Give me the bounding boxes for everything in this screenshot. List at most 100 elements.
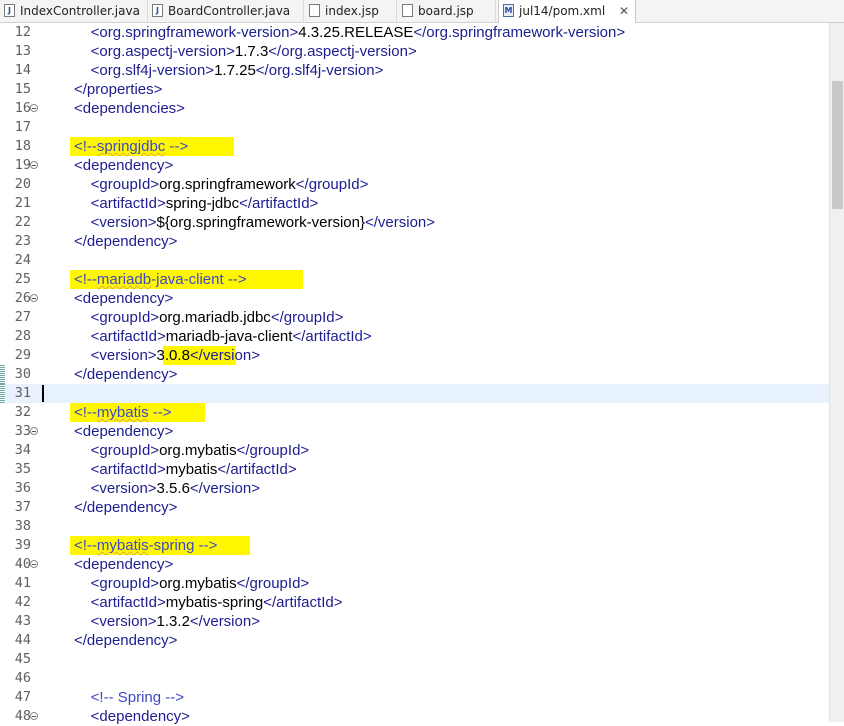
code-line[interactable]: 44 </dependency> [0, 631, 829, 650]
code-line[interactable]: 14 <org.slf4j-version>1.7.25</org.slf4j-… [0, 61, 829, 80]
xml-text: 1.7.25 [214, 62, 256, 79]
close-icon[interactable]: ✕ [619, 0, 629, 22]
code-text: <!--mybatis-spring --> [74, 536, 217, 555]
xml-tag: <artifactId> [90, 195, 166, 212]
code-line[interactable]: 46 [0, 669, 829, 688]
code-line[interactable]: 33 <dependency> [0, 422, 829, 441]
tab-label: index.jsp [325, 4, 379, 18]
fold-collapse-icon[interactable] [30, 161, 38, 169]
code-text: <org.aspectj-version>1.7.3</org.aspectj-… [74, 42, 417, 61]
code-line[interactable]: 48 <dependency> [0, 707, 829, 726]
code-text: <org.springframework-version>4.3.25.RELE… [74, 23, 625, 42]
code-text: <artifactId>mariadb-java-client</artifac… [74, 327, 372, 346]
code-line[interactable]: 21 <artifactId>spring-jdbc</artifactId> [0, 194, 829, 213]
xml-tag: <version> [90, 480, 157, 497]
code-line[interactable]: 40 <dependency> [0, 555, 829, 574]
code-line[interactable]: 32 <!--mybatis --> [0, 403, 829, 422]
line-number: 47 [14, 689, 31, 705]
code-text: <groupId>org.springframework</groupId> [74, 175, 369, 194]
fold-collapse-icon[interactable] [30, 294, 38, 302]
code-line[interactable]: 43 <version>1.3.2</version> [0, 612, 829, 631]
code-line[interactable]: 13 <org.aspectj-version>1.7.3</org.aspec… [0, 42, 829, 61]
code-line[interactable]: 45 [0, 650, 829, 669]
xml-tag: <groupId> [90, 442, 160, 459]
tab-3[interactable]: board.jsp [398, 0, 496, 22]
code-line[interactable]: 27 <groupId>org.mariadb.jdbc</groupId> [0, 308, 829, 327]
code-text: </dependency> [74, 498, 177, 517]
code-line[interactable]: 41 <groupId>org.mybatis</groupId> [0, 574, 829, 593]
java-file-icon: J [152, 4, 163, 17]
xml-text [74, 442, 91, 459]
xml-tag: <groupId> [90, 176, 160, 193]
xml-tag: <artifactId> [90, 461, 166, 478]
code-line[interactable]: 31 [0, 384, 829, 403]
code-line[interactable]: 17 [0, 118, 829, 137]
code-line[interactable]: 24 [0, 251, 829, 270]
xml-comment: -java-client --> [151, 271, 247, 288]
code-line[interactable]: 34 <groupId>org.mybatis</groupId> [0, 441, 829, 460]
code-line[interactable]: 23 </dependency> [0, 232, 829, 251]
fold-collapse-icon[interactable] [30, 712, 38, 720]
text-cursor [42, 385, 44, 402]
jsp-file-icon [309, 4, 320, 17]
code-line[interactable]: 25 <!--mariadb-java-client --> [0, 270, 829, 289]
xml-tag: </artifactId> [217, 461, 297, 478]
fold-collapse-icon[interactable] [30, 427, 38, 435]
line-number: 43 [14, 613, 31, 629]
xml-tag: <version> [90, 613, 157, 630]
fold-collapse-icon[interactable] [30, 560, 38, 568]
xml-text [74, 43, 91, 60]
code-line[interactable]: 12 <org.springframework-version>4.3.25.R… [0, 23, 829, 42]
code-line[interactable]: 42 <artifactId>mybatis-spring</artifactI… [0, 593, 829, 612]
code-line[interactable]: 15 </properties> [0, 80, 829, 99]
code-line[interactable]: 29 <version>3.0.8</version> [0, 346, 829, 365]
code-line[interactable]: 18 <!--springjdbc --> [0, 137, 829, 156]
code-line[interactable]: 26 <dependency> [0, 289, 829, 308]
xml-text: 1.3.2 [156, 613, 190, 630]
tab-2[interactable]: index.jsp [305, 0, 397, 22]
scrollbar-thumb[interactable] [832, 81, 843, 209]
xml-text [74, 176, 91, 193]
code-line[interactable]: 30 </dependency> [0, 365, 829, 384]
xml-tag: </dependency> [74, 366, 178, 383]
code-line[interactable]: 37 </dependency> [0, 498, 829, 517]
vertical-scrollbar[interactable] [829, 23, 844, 722]
xml-code-editor[interactable]: 12 <org.springframework-version>4.3.25.R… [0, 23, 829, 725]
xml-text [74, 195, 91, 212]
xml-tag: </dependency> [74, 632, 178, 649]
code-line[interactable]: 35 <artifactId>mybatis</artifactId> [0, 460, 829, 479]
line-number: 42 [14, 594, 31, 610]
code-line[interactable]: 38 [0, 517, 829, 536]
xml-text: mybatis-spring [165, 594, 264, 611]
code-text: <!-- Spring --> [74, 688, 184, 707]
code-text: <!--springjdbc --> [74, 137, 188, 156]
code-line[interactable]: 16 <dependencies> [0, 99, 829, 118]
line-number: 39 [14, 537, 31, 553]
line-number: 36 [14, 480, 31, 496]
line-number: 38 [14, 518, 31, 534]
code-line[interactable]: 36 <version>3.5.6</version> [0, 479, 829, 498]
xml-text [74, 594, 91, 611]
tab-1[interactable]: J BoardController.java [148, 0, 304, 22]
code-line[interactable]: 47 <!-- Spring --> [0, 688, 829, 707]
xml-text: org.springframework [159, 176, 296, 193]
tab-0[interactable]: J IndexController.java [0, 0, 148, 22]
line-number: 32 [14, 404, 31, 420]
code-line[interactable]: 39 <!--mybatis-spring --> [0, 536, 829, 555]
code-line[interactable]: 22 <version>${org.springframework-versio… [0, 213, 829, 232]
line-number: 44 [14, 632, 31, 648]
fold-collapse-icon[interactable] [30, 104, 38, 112]
code-text: <dependency> [74, 422, 173, 441]
code-line[interactable]: 19 <dependency> [0, 156, 829, 175]
xml-text: org.mybatis [159, 575, 237, 592]
xml-tag: <org.springframework-version> [90, 24, 299, 41]
xml-tag: </version> [189, 347, 260, 364]
tab-4[interactable]: Mjul14/pom.xml ✕ [498, 0, 636, 23]
xml-text [74, 214, 91, 231]
xml-text [74, 575, 91, 592]
code-text: <dependency> [74, 289, 173, 308]
xml-comment: <!-- [74, 271, 97, 288]
code-line[interactable]: 28 <artifactId>mariadb-java-client</arti… [0, 327, 829, 346]
xml-tag: <dependencies> [74, 100, 185, 117]
code-line[interactable]: 20 <groupId>org.springframework</groupId… [0, 175, 829, 194]
